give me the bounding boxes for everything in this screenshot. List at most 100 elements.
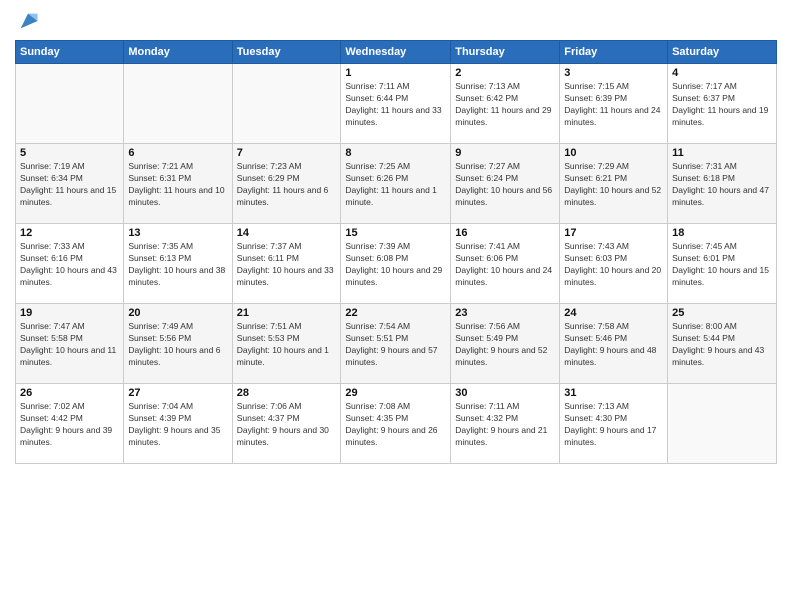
day-number: 13 [128, 227, 227, 239]
day-number: 12 [20, 227, 119, 239]
calendar-cell [16, 64, 124, 144]
calendar-header-sunday: Sunday [16, 41, 124, 64]
day-info: Sunrise: 7:39 AM Sunset: 6:08 PM Dayligh… [345, 241, 446, 289]
day-number: 22 [345, 307, 446, 319]
day-info: Sunrise: 7:04 AM Sunset: 4:39 PM Dayligh… [128, 401, 227, 449]
day-number: 14 [237, 227, 337, 239]
calendar-header-friday: Friday [560, 41, 668, 64]
day-info: Sunrise: 7:11 AM Sunset: 4:32 PM Dayligh… [455, 401, 555, 449]
day-number: 11 [672, 147, 772, 159]
day-number: 23 [455, 307, 555, 319]
calendar-cell: 4 Sunrise: 7:17 AM Sunset: 6:37 PM Daylig… [668, 64, 777, 144]
calendar-cell: 8 Sunrise: 7:25 AM Sunset: 6:26 PM Daylig… [341, 144, 451, 224]
day-info: Sunrise: 7:49 AM Sunset: 5:56 PM Dayligh… [128, 321, 227, 369]
calendar-cell: 28Sunrise: 7:06 AM Sunset: 4:37 PM Dayli… [232, 384, 341, 464]
day-info: Sunrise: 7:27 AM Sunset: 6:24 PM Dayligh… [455, 161, 555, 209]
day-number: 5 [20, 147, 119, 159]
day-number: 16 [455, 227, 555, 239]
day-info: Sunrise: 7:54 AM Sunset: 5:51 PM Dayligh… [345, 321, 446, 369]
calendar-cell: 26 Sunrise: 7:02 AM Sunset: 4:42 PM Dayli… [16, 384, 124, 464]
day-number: 19 [20, 307, 119, 319]
day-info: Sunrise: 7:31 AM Sunset: 6:18 PM Dayligh… [672, 161, 772, 209]
calendar-table: SundayMondayTuesdayWednesdayThursdayFrid… [15, 40, 777, 464]
calendar-header-thursday: Thursday [451, 41, 560, 64]
calendar-cell: 9 Sunrise: 7:27 AM Sunset: 6:24 PM Daylig… [451, 144, 560, 224]
day-number: 24 [564, 307, 663, 319]
day-info: Sunrise: 7:58 AM Sunset: 5:46 PM Dayligh… [564, 321, 663, 369]
calendar-cell: 13 Sunrise: 7:35 AM Sunset: 6:13 PM Dayli… [124, 224, 232, 304]
calendar-cell: 10Sunrise: 7:29 AM Sunset: 6:21 PM Dayli… [560, 144, 668, 224]
day-number: 29 [345, 387, 446, 399]
calendar-cell [232, 64, 341, 144]
day-info: Sunrise: 7:35 AM Sunset: 6:13 PM Dayligh… [128, 241, 227, 289]
calendar-week-row: 19Sunrise: 7:47 AM Sunset: 5:58 PM Dayli… [16, 304, 777, 384]
day-number: 26 [20, 387, 119, 399]
calendar-cell: 17 Sunrise: 7:43 AM Sunset: 6:03 PM Dayli… [560, 224, 668, 304]
day-info: Sunrise: 7:25 AM Sunset: 6:26 PM Dayligh… [345, 161, 446, 209]
day-info: Sunrise: 7:56 AM Sunset: 5:49 PM Dayligh… [455, 321, 555, 369]
day-number: 31 [564, 387, 663, 399]
day-number: 17 [564, 227, 663, 239]
day-info: Sunrise: 7:33 AM Sunset: 6:16 PM Dayligh… [20, 241, 119, 289]
logo-icon [17, 10, 39, 32]
calendar-cell: 14 Sunrise: 7:37 AM Sunset: 6:11 PM Dayli… [232, 224, 341, 304]
calendar-cell: 22 Sunrise: 7:54 AM Sunset: 5:51 PM Dayli… [341, 304, 451, 384]
calendar-cell: 18 Sunrise: 7:45 AM Sunset: 6:01 PM Dayli… [668, 224, 777, 304]
calendar-header-row: SundayMondayTuesdayWednesdayThursdayFrid… [16, 41, 777, 64]
day-info: Sunrise: 7:43 AM Sunset: 6:03 PM Dayligh… [564, 241, 663, 289]
day-number: 30 [455, 387, 555, 399]
calendar-cell: 27 Sunrise: 7:04 AM Sunset: 4:39 PM Dayli… [124, 384, 232, 464]
calendar-cell: 20 Sunrise: 7:49 AM Sunset: 5:56 PM Dayli… [124, 304, 232, 384]
day-info: Sunrise: 7:45 AM Sunset: 6:01 PM Dayligh… [672, 241, 772, 289]
calendar-cell: 1Sunrise: 7:11 AM Sunset: 6:44 PM Daylig… [341, 64, 451, 144]
day-info: Sunrise: 7:13 AM Sunset: 6:42 PM Dayligh… [455, 81, 555, 129]
day-info: Sunrise: 7:02 AM Sunset: 4:42 PM Dayligh… [20, 401, 119, 449]
day-number: 21 [237, 307, 337, 319]
calendar-cell [668, 384, 777, 464]
day-number: 9 [455, 147, 555, 159]
day-number: 27 [128, 387, 227, 399]
day-info: Sunrise: 7:08 AM Sunset: 4:35 PM Dayligh… [345, 401, 446, 449]
calendar-header-saturday: Saturday [668, 41, 777, 64]
day-number: 7 [237, 147, 337, 159]
day-info: Sunrise: 7:37 AM Sunset: 6:11 PM Dayligh… [237, 241, 337, 289]
calendar-cell: 5Sunrise: 7:19 AM Sunset: 6:34 PM Daylig… [16, 144, 124, 224]
logo [15, 10, 39, 32]
calendar-cell: 19Sunrise: 7:47 AM Sunset: 5:58 PM Dayli… [16, 304, 124, 384]
calendar-cell: 2 Sunrise: 7:13 AM Sunset: 6:42 PM Daylig… [451, 64, 560, 144]
day-info: Sunrise: 7:11 AM Sunset: 6:44 PM Dayligh… [345, 81, 446, 129]
calendar-cell: 21 Sunrise: 7:51 AM Sunset: 5:53 PM Dayli… [232, 304, 341, 384]
calendar-cell: 11 Sunrise: 7:31 AM Sunset: 6:18 PM Dayli… [668, 144, 777, 224]
calendar-cell [124, 64, 232, 144]
calendar-cell: 31 Sunrise: 7:13 AM Sunset: 4:30 PM Dayli… [560, 384, 668, 464]
calendar-cell: 30 Sunrise: 7:11 AM Sunset: 4:32 PM Dayli… [451, 384, 560, 464]
header [15, 10, 777, 32]
day-number: 25 [672, 307, 772, 319]
day-info: Sunrise: 7:41 AM Sunset: 6:06 PM Dayligh… [455, 241, 555, 289]
calendar-cell: 16 Sunrise: 7:41 AM Sunset: 6:06 PM Dayli… [451, 224, 560, 304]
day-info: Sunrise: 7:13 AM Sunset: 4:30 PM Dayligh… [564, 401, 663, 449]
day-info: Sunrise: 8:00 AM Sunset: 5:44 PM Dayligh… [672, 321, 772, 369]
day-info: Sunrise: 7:23 AM Sunset: 6:29 PM Dayligh… [237, 161, 337, 209]
day-number: 18 [672, 227, 772, 239]
day-info: Sunrise: 7:17 AM Sunset: 6:37 PM Dayligh… [672, 81, 772, 129]
day-number: 6 [128, 147, 227, 159]
calendar-header-monday: Monday [124, 41, 232, 64]
day-number: 20 [128, 307, 227, 319]
day-number: 3 [564, 67, 663, 79]
day-number: 15 [345, 227, 446, 239]
calendar-week-row: 1Sunrise: 7:11 AM Sunset: 6:44 PM Daylig… [16, 64, 777, 144]
calendar-cell: 12 Sunrise: 7:33 AM Sunset: 6:16 PM Dayli… [16, 224, 124, 304]
day-number: 28 [237, 387, 337, 399]
day-info: Sunrise: 7:21 AM Sunset: 6:31 PM Dayligh… [128, 161, 227, 209]
day-number: 4 [672, 67, 772, 79]
calendar-week-row: 12 Sunrise: 7:33 AM Sunset: 6:16 PM Dayli… [16, 224, 777, 304]
calendar-cell: 29 Sunrise: 7:08 AM Sunset: 4:35 PM Dayli… [341, 384, 451, 464]
calendar-cell: 15 Sunrise: 7:39 AM Sunset: 6:08 PM Dayli… [341, 224, 451, 304]
calendar-cell: 24 Sunrise: 7:58 AM Sunset: 5:46 PM Dayli… [560, 304, 668, 384]
day-info: Sunrise: 7:51 AM Sunset: 5:53 PM Dayligh… [237, 321, 337, 369]
day-info: Sunrise: 7:15 AM Sunset: 6:39 PM Dayligh… [564, 81, 663, 129]
day-number: 8 [345, 147, 446, 159]
calendar-header-tuesday: Tuesday [232, 41, 341, 64]
day-number: 2 [455, 67, 555, 79]
